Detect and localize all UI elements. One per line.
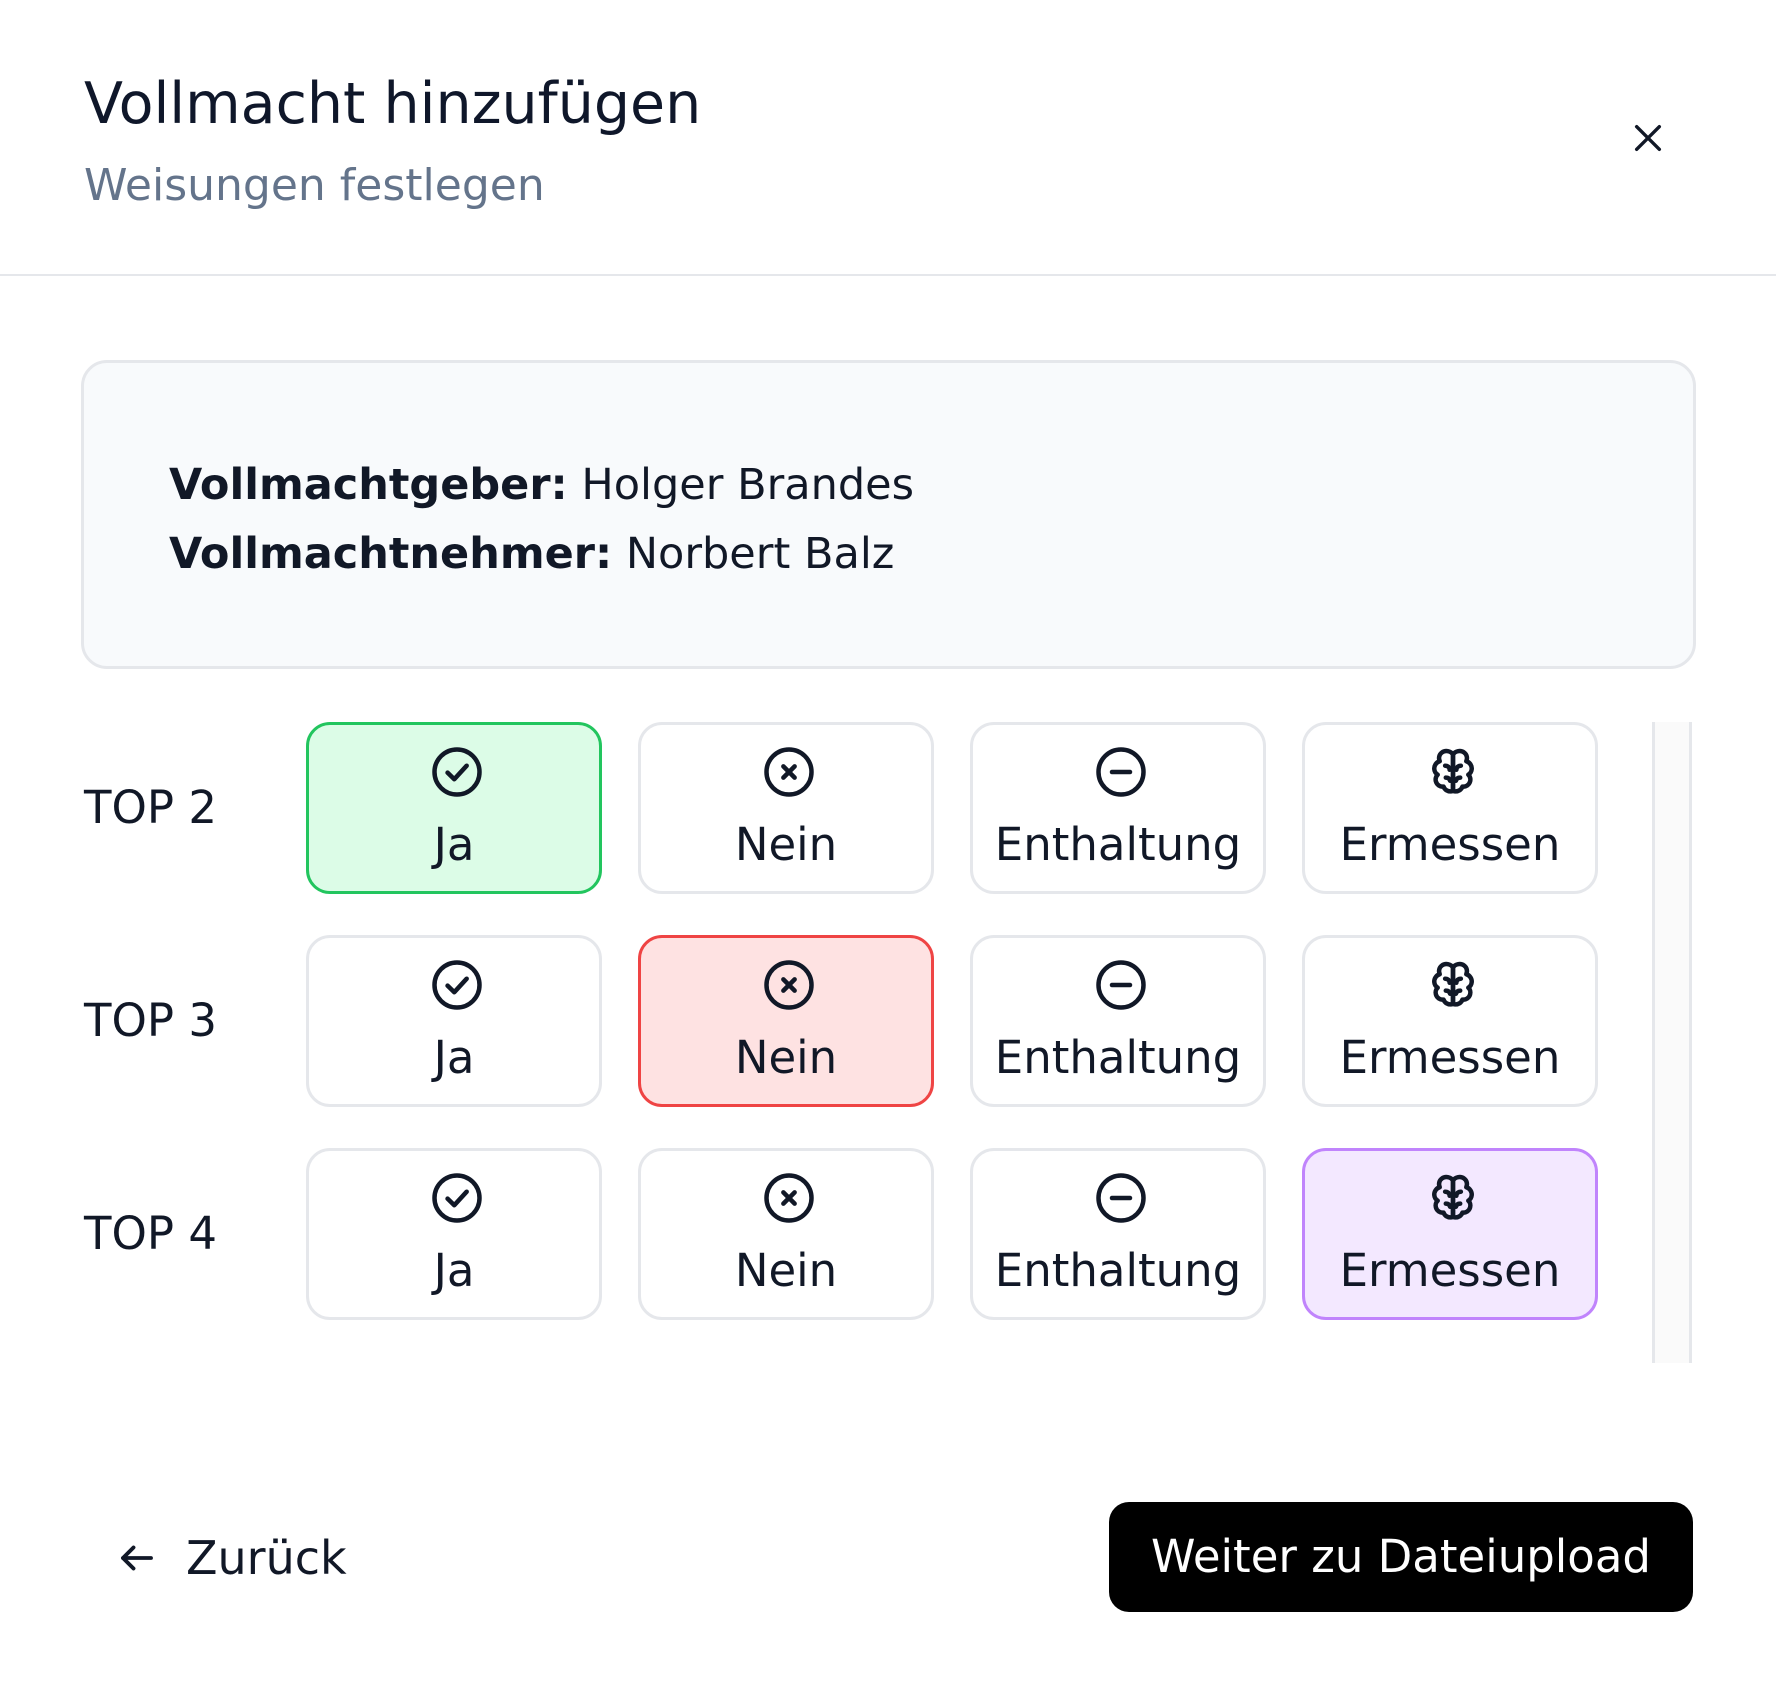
vote-option-discretion[interactable]: Ermessen [1302, 722, 1598, 894]
vote-option-label: Nein [734, 1031, 838, 1084]
x-circle-icon [764, 1173, 814, 1223]
vote-option-label: Ermessen [1339, 818, 1561, 871]
vote-option-no[interactable]: Nein [638, 722, 934, 894]
agenda-item-label: TOP 4 [84, 1207, 217, 1260]
vote-option-label: Ermessen [1339, 1244, 1561, 1297]
vote-option-label: Ja [433, 818, 475, 871]
dialog-title: Vollmacht hinzufügen [84, 71, 702, 137]
proxy-info-card: Vollmachtgeber: Holger Brandes Vollmacht… [81, 360, 1696, 669]
agenda-item-row: TOP 2 Ja Nein Enthaltung Ermessen [84, 722, 1604, 894]
arrow-left-icon [121, 1545, 153, 1571]
vote-option-label: Ja [433, 1031, 475, 1084]
vote-option-no[interactable]: Nein [638, 1148, 934, 1320]
close-icon [1634, 124, 1662, 152]
grantor-label: Vollmachtgeber: [169, 460, 568, 510]
back-button-label: Zurück [186, 1531, 347, 1585]
dialog-header: Vollmacht hinzufügen Weisungen festlegen [0, 0, 1776, 276]
grantor-value: Holger Brandes [581, 460, 915, 510]
vote-option-label: Enthaltung [994, 1244, 1242, 1297]
vote-option-yes[interactable]: Ja [306, 935, 602, 1107]
grantee-value: Norbert Balz [625, 529, 895, 579]
grantor-line: Vollmachtgeber: Holger Brandes [169, 455, 914, 515]
minus-circle-icon [1096, 1173, 1146, 1223]
back-button[interactable]: Zurück [116, 1520, 347, 1596]
vote-option-discretion[interactable]: Ermessen [1302, 1148, 1598, 1320]
vote-option-label: Enthaltung [994, 1031, 1242, 1084]
close-button[interactable] [1616, 106, 1680, 170]
grantee-line: Vollmachtnehmer: Norbert Balz [169, 524, 894, 584]
vote-option-label: Enthaltung [994, 818, 1242, 871]
check-circle-icon [432, 747, 482, 797]
check-circle-icon [432, 1173, 482, 1223]
vote-option-no[interactable]: Nein [638, 935, 934, 1107]
minus-circle-icon [1096, 960, 1146, 1010]
vote-option-yes[interactable]: Ja [306, 1148, 602, 1320]
vote-option-abstain[interactable]: Enthaltung [970, 935, 1266, 1107]
vote-option-yes[interactable]: Ja [306, 722, 602, 894]
x-circle-icon [764, 960, 814, 1010]
next-file-upload-button[interactable]: Weiter zu Dateiupload [1109, 1502, 1693, 1612]
add-proxy-dialog: Vollmacht hinzufügen Weisungen festlegen… [0, 0, 1776, 1696]
scrollbar[interactable] [1652, 722, 1692, 1363]
agenda-item-row: TOP 4 Ja Nein Enthaltung Ermessen [84, 1148, 1604, 1320]
x-circle-icon [764, 747, 814, 797]
brain-icon [1432, 1174, 1474, 1220]
vote-option-label: Ermessen [1339, 1031, 1561, 1084]
vote-option-discretion[interactable]: Ermessen [1302, 935, 1598, 1107]
vote-option-abstain[interactable]: Enthaltung [970, 722, 1266, 894]
grantee-label: Vollmachtnehmer: [169, 529, 613, 579]
check-circle-icon [432, 960, 482, 1010]
vote-option-label: Nein [734, 818, 838, 871]
agenda-item-label: TOP 3 [84, 994, 217, 1047]
dialog-subtitle: Weisungen festlegen [84, 160, 545, 211]
vote-option-label: Nein [734, 1244, 838, 1297]
vote-option-label: Ja [433, 1244, 475, 1297]
brain-icon [1432, 961, 1474, 1007]
agenda-item-label: TOP 2 [84, 781, 217, 834]
brain-icon [1432, 748, 1474, 794]
vote-option-abstain[interactable]: Enthaltung [970, 1148, 1266, 1320]
agenda-item-row: TOP 3 Ja Nein Enthaltung Ermessen [84, 935, 1604, 1107]
minus-circle-icon [1096, 747, 1146, 797]
